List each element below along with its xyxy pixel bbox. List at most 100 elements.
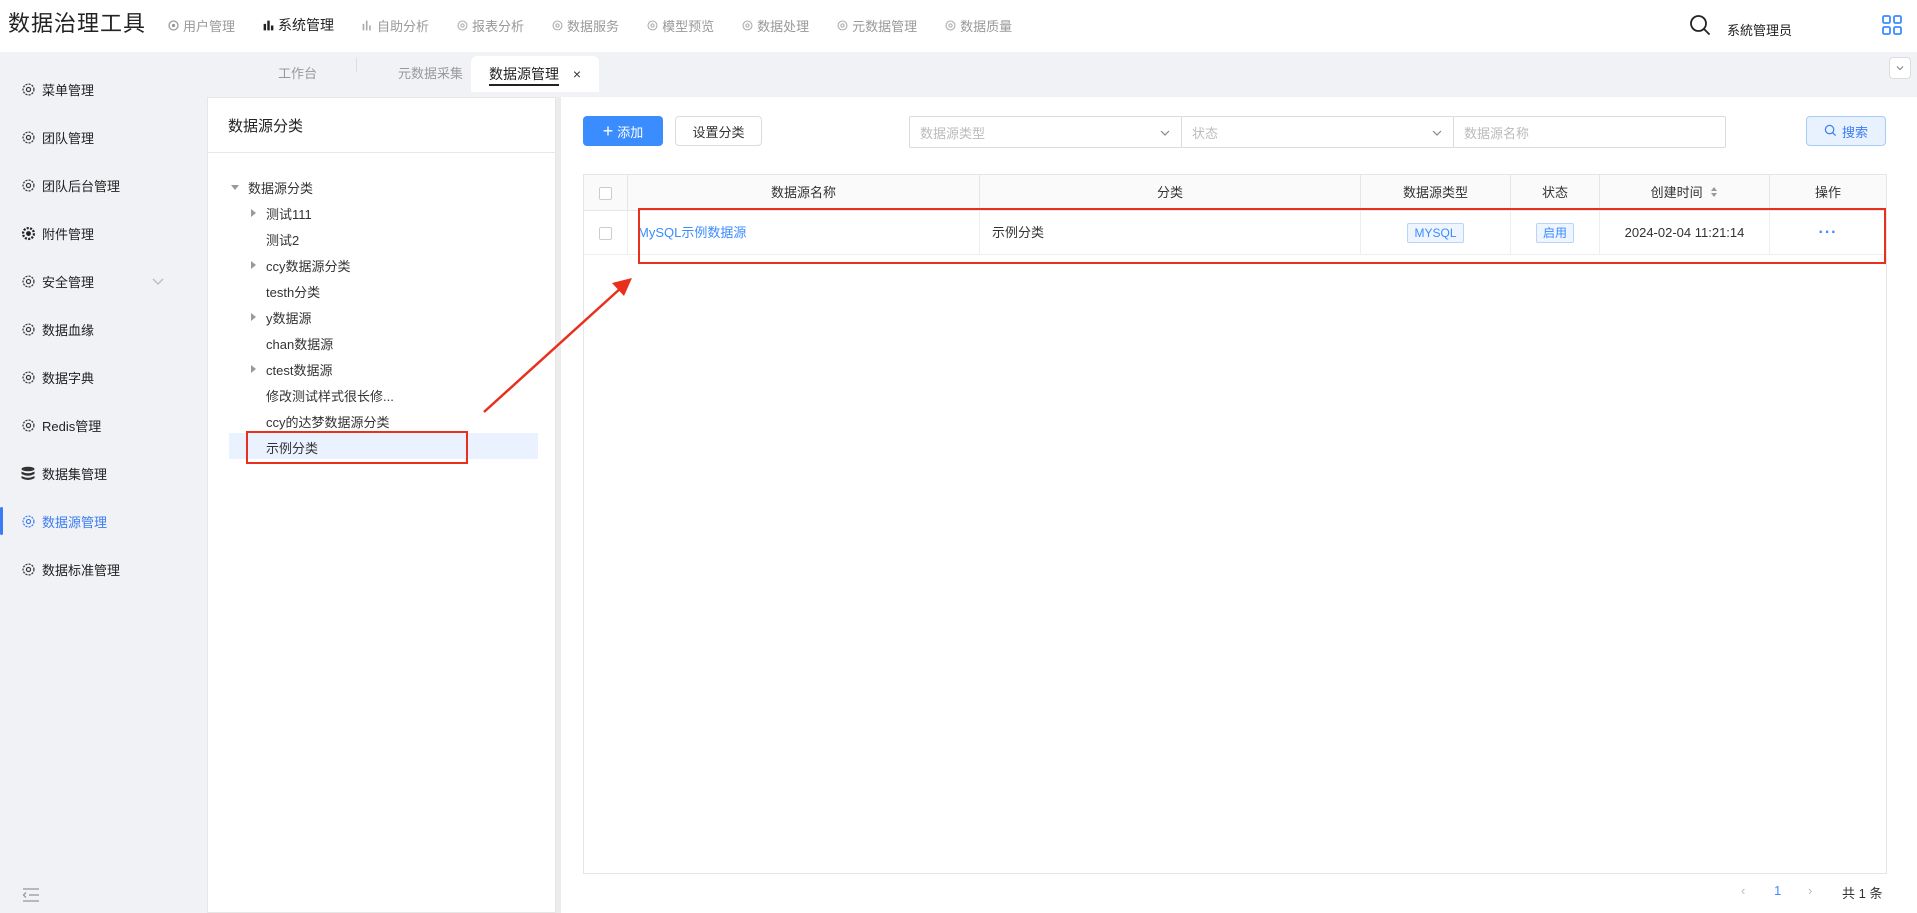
sidebar-item-data-dictionary[interactable]: 数据字典 xyxy=(0,357,198,397)
sidebar-item-menu-management[interactable]: 菜单管理 xyxy=(0,69,198,109)
tab-divider xyxy=(356,58,357,72)
topnav-data-quality[interactable]: 数据质量 xyxy=(943,14,1012,36)
sidebar: 菜单管理 团队管理 团队后台管理 附件管理 安全管理 数据血缘 数据字典 Red… xyxy=(0,52,198,913)
datasource-type-select[interactable]: 数据源类型 xyxy=(909,116,1182,148)
category-panel: 数据源分类 数据源分类 测试111 测试2 ccy数据源分类 testh分类 y… xyxy=(207,97,556,913)
button-label: 设置分类 xyxy=(692,124,745,140)
header-created-time[interactable]: 创建时间 xyxy=(1600,175,1770,211)
sidebar-item-datasource-management[interactable]: 数据源管理 xyxy=(0,501,198,541)
tree-node[interactable]: ccy数据源分类 xyxy=(248,252,351,278)
sidebar-item-data-lineage[interactable]: 数据血缘 xyxy=(0,309,198,349)
caret-right-icon[interactable] xyxy=(248,312,258,322)
topnav-label: 自助分析 xyxy=(377,18,430,34)
datasource-name-input[interactable]: 数据源名称 xyxy=(1453,116,1726,148)
tab-label: 元数据采集 xyxy=(398,66,464,81)
close-icon[interactable]: × xyxy=(573,66,581,82)
sidebar-item-label: 团队管理 xyxy=(42,130,95,146)
tab-label: 工作台 xyxy=(278,66,318,81)
tree-node[interactable]: testh分类 xyxy=(248,278,320,304)
add-button[interactable]: + 添加 xyxy=(583,116,663,146)
topnav-label: 元数据管理 xyxy=(852,18,918,34)
tree-node[interactable]: y数据源 xyxy=(248,304,312,330)
sidebar-item-label: 菜单管理 xyxy=(42,82,95,98)
topnav-self-analysis[interactable]: 自助分析 xyxy=(360,14,429,36)
tree-node-label: 测试111 xyxy=(266,206,312,222)
gear-icon xyxy=(20,129,36,145)
sidebar-item-security-management[interactable]: 安全管理 xyxy=(0,261,198,301)
gear-icon xyxy=(740,18,754,32)
prev-page-button[interactable]: ‹ xyxy=(1741,883,1745,898)
tree-node-label: chan数据源 xyxy=(266,336,334,352)
tab-datasource-management[interactable]: 数据源管理 × xyxy=(471,56,600,92)
tab-workbench[interactable]: 工作台 xyxy=(260,56,335,92)
topnav-label: 模型预览 xyxy=(662,18,715,34)
plus-icon: + xyxy=(602,121,614,141)
username[interactable]: 系統管理员 xyxy=(1727,20,1792,39)
chevron-down-icon xyxy=(1895,60,1905,76)
caret-right-icon[interactable] xyxy=(248,208,258,218)
search-button[interactable]: 搜索 xyxy=(1806,116,1886,146)
sidebar-item-label: 数据标准管理 xyxy=(42,562,121,578)
chevron-down-icon xyxy=(1431,127,1443,139)
button-label: 添加 xyxy=(617,124,644,140)
input-placeholder: 数据源名称 xyxy=(1464,125,1530,141)
topnav-report-analysis[interactable]: 报表分析 xyxy=(455,14,524,36)
tree-node[interactable]: 修改测试样式很长修... xyxy=(248,382,394,408)
topnav-metadata-management[interactable]: 元数据管理 xyxy=(835,14,917,36)
topnav-data-processing[interactable]: 数据处理 xyxy=(740,14,809,36)
select-all-checkbox[interactable] xyxy=(599,187,612,201)
topnav-label: 数据服务 xyxy=(567,18,620,34)
tree-node-root[interactable]: 数据源分类 xyxy=(230,174,313,200)
header-name: 数据源名称 xyxy=(628,175,980,211)
sort-icon[interactable] xyxy=(1710,176,1718,212)
set-category-button[interactable]: 设置分类 xyxy=(675,116,762,146)
gear-icon xyxy=(20,321,36,337)
topnav-data-service[interactable]: 数据服务 xyxy=(550,14,619,36)
row-checkbox[interactable] xyxy=(599,227,612,241)
sidebar-item-team-management[interactable]: 团队管理 xyxy=(0,117,198,157)
topnav-model-preview[interactable]: 模型预览 xyxy=(645,14,714,36)
topnav-label: 用户管理 xyxy=(183,18,236,34)
tree-node[interactable]: ctest数据源 xyxy=(248,356,332,382)
table-header: 数据源名称 分类 数据源类型 状态 创建时间 操作 xyxy=(584,175,1886,211)
topnav-label: 数据处理 xyxy=(757,18,810,34)
gear-icon xyxy=(20,177,36,193)
tab-metadata-collection[interactable]: 元数据采集 xyxy=(380,56,481,92)
tree-node[interactable]: chan数据源 xyxy=(248,330,333,356)
header-label: 创建时间 xyxy=(1650,185,1703,200)
collapse-sidebar-icon[interactable] xyxy=(22,888,40,902)
topnav-system-management[interactable]: 系统管理 xyxy=(261,14,334,36)
sidebar-item-label: Redis管理 xyxy=(42,418,102,434)
topnav-user-management[interactable]: 用户管理 xyxy=(166,14,235,36)
sidebar-item-label: 团队后台管理 xyxy=(42,178,121,194)
tab-menu-button[interactable] xyxy=(1889,57,1911,79)
bar-chart-icon xyxy=(360,18,374,32)
sidebar-item-redis-management[interactable]: Redis管理 xyxy=(0,405,198,445)
sidebar-item-dataset-management[interactable]: 数据集管理 xyxy=(0,453,198,493)
header-select-all[interactable] xyxy=(584,175,628,211)
apps-grid-icon[interactable] xyxy=(1882,15,1902,35)
row-select-cell xyxy=(584,211,628,255)
gear-icon xyxy=(20,369,36,385)
sidebar-item-attachment-management[interactable]: 附件管理 xyxy=(0,213,198,253)
chevron-down-icon xyxy=(1159,127,1171,139)
caret-right-icon[interactable] xyxy=(248,260,258,270)
sidebar-item-team-backend-management[interactable]: 团队后台管理 xyxy=(0,165,198,205)
status-select[interactable]: 状态 xyxy=(1181,116,1454,148)
tree-node[interactable]: 测试2 xyxy=(248,226,299,252)
gear-icon xyxy=(20,561,36,577)
page-number-current[interactable]: 1 xyxy=(1774,883,1781,898)
gear-icon xyxy=(455,18,469,32)
caret-down-icon[interactable] xyxy=(230,182,240,192)
tree-node[interactable]: 测试111 xyxy=(248,200,312,226)
search-icon[interactable] xyxy=(1688,13,1712,37)
sidebar-item-data-standard-management[interactable]: 数据标准管理 xyxy=(0,549,198,589)
caret-right-icon[interactable] xyxy=(248,364,258,374)
divider xyxy=(208,152,555,153)
gear-icon xyxy=(550,18,564,32)
tree-node-label: ctest数据源 xyxy=(266,362,333,378)
total-count: 共 1 条 xyxy=(1842,886,1883,901)
next-page-button[interactable]: › xyxy=(1808,883,1812,898)
search-icon xyxy=(1824,124,1838,138)
gear-icon xyxy=(835,18,849,32)
